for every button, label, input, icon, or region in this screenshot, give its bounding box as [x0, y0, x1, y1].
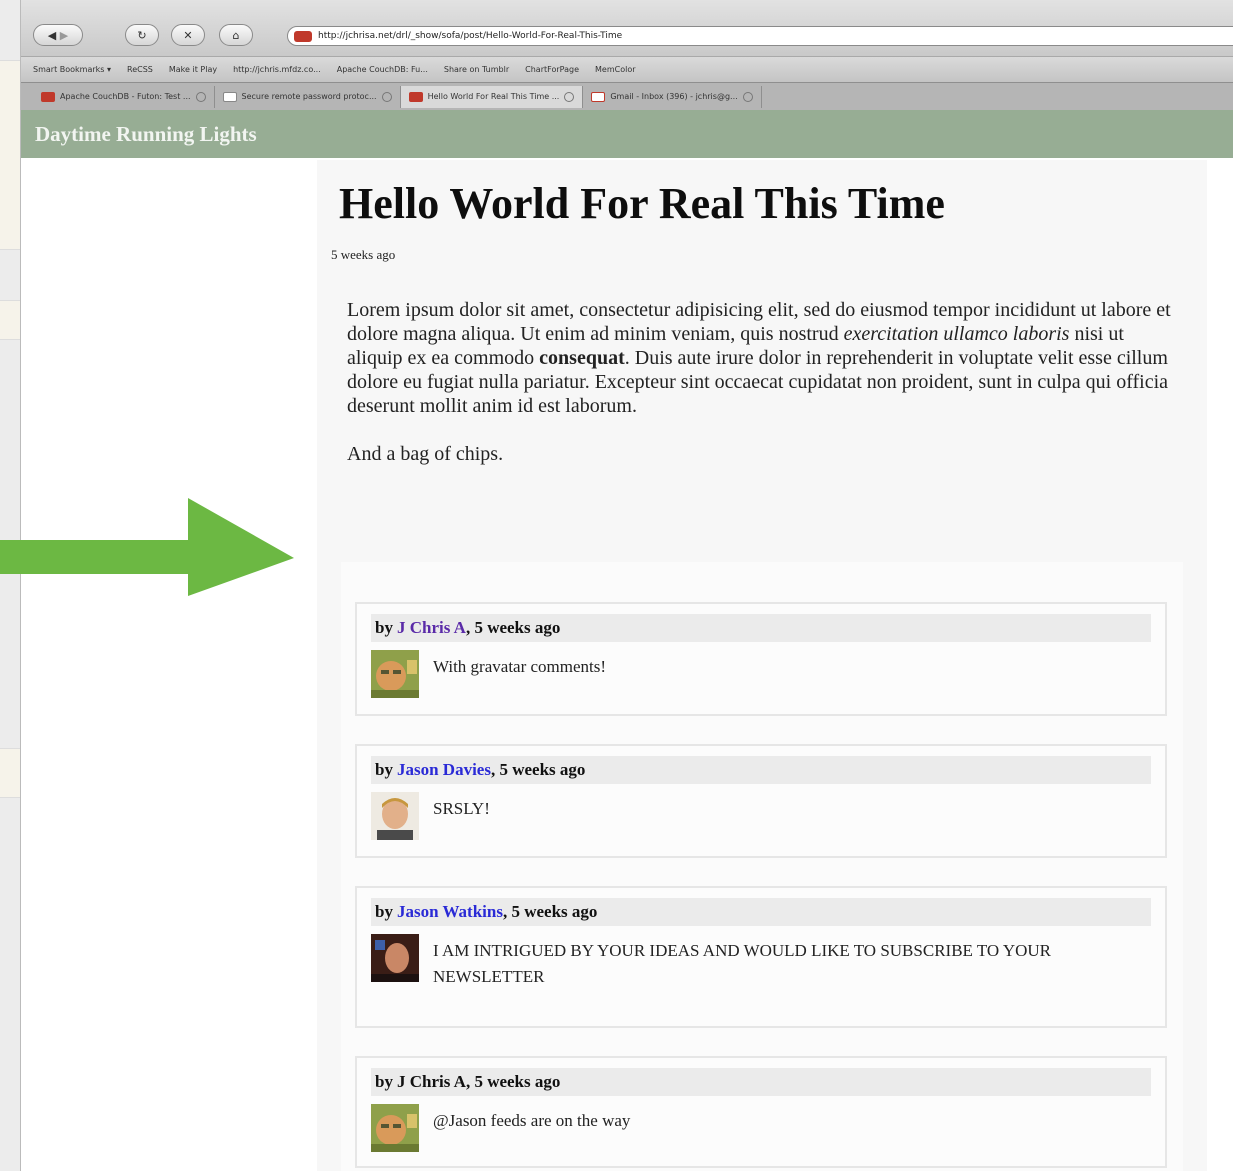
stop-button[interactable]: ✕ [171, 24, 205, 46]
back-icon[interactable]: ◀ [48, 29, 56, 42]
comment-separator: , [502, 902, 508, 921]
comment-time: 5 weeks ago [474, 618, 561, 637]
couchdb-icon [41, 91, 55, 102]
tab-gmail[interactable]: Gmail - Inbox (396) - jchris@g... [583, 85, 762, 108]
bookmark-item[interactable]: Make it Play [169, 65, 217, 74]
gravatar-avatar [371, 792, 419, 840]
tab-label: Hello World For Real This Time ... [427, 92, 560, 101]
tab-label: Secure remote password protoc... [241, 92, 377, 101]
green-arrow-icon [0, 498, 294, 596]
tab-close-icon[interactable] [742, 91, 753, 102]
gmail-icon [591, 91, 606, 102]
couchdb-icon [294, 30, 312, 42]
comment-author-link[interactable]: Jason Davies [397, 760, 491, 780]
comment-body: I AM INTRIGUED BY YOUR IDEAS AND WOULD L… [371, 934, 1151, 990]
comment-by-label: by [375, 902, 393, 921]
comment-author-link[interactable]: Jason Watkins [397, 902, 503, 922]
gravatar-avatar [371, 1104, 419, 1152]
post-body: Lorem ipsum dolor sit amet, consectetur … [347, 298, 1177, 490]
post-date: 5 weeks ago [331, 247, 396, 262]
bookmarks-bar: Smart Bookmarks ▾ ReCSS Make it Play htt… [21, 56, 1233, 82]
comment-time: 5 weeks ago [499, 760, 586, 779]
back-forward-buttons[interactable]: ◀ ▶ [33, 24, 83, 46]
couchdb-icon [408, 91, 423, 102]
comment-body: SRSLY! [371, 792, 1151, 840]
comment-time: 5 weeks ago [474, 1072, 561, 1091]
comment: by Jason Watkins, 5 weeks ago I AM INTRI… [355, 886, 1167, 1028]
address-bar[interactable]: http://jchrisa.net/drl/_show/sofa/post/H… [287, 26, 1233, 46]
gravatar-avatar [371, 650, 419, 698]
post-title: Hello World For Real This Time [339, 179, 945, 228]
tab-label: Gmail - Inbox (396) - jchris@g... [610, 92, 738, 101]
strong-text: consequat [539, 347, 625, 369]
bookmark-item[interactable]: http://jchris.mfdz.co... [233, 65, 321, 74]
tab-close-icon[interactable] [195, 91, 206, 102]
emphasis-text: exercitation ullamco laboris [843, 323, 1070, 345]
wikipedia-icon [222, 91, 237, 102]
tab-close-icon[interactable] [381, 91, 392, 102]
post-column: Hello World For Real This Time 5 weeks a… [317, 160, 1207, 1171]
comment-header: by J Chris A, 5 weeks ago [371, 1068, 1151, 1096]
navigation-toolbar: ◀ ▶ ↻ ✕ ⌂ http://jchrisa.net/drl/_show/s… [21, 0, 1233, 56]
comment-header: by Jason Davies, 5 weeks ago [371, 756, 1151, 784]
bookmark-item[interactable]: ChartForPage [525, 65, 579, 74]
comment-text: @Jason feeds are on the way [433, 1111, 631, 1130]
home-button[interactable]: ⌂ [219, 24, 253, 46]
tab-label: Apache CouchDB - Futon: Test ... [60, 92, 191, 101]
url-text[interactable]: http://jchrisa.net/drl/_show/sofa/post/H… [318, 31, 622, 41]
comment-separator: , [490, 760, 496, 779]
tab-close-icon[interactable] [564, 91, 575, 102]
tab-wikipedia[interactable]: Secure remote password protoc... [215, 85, 401, 108]
page-body: Hello World For Real This Time 5 weeks a… [21, 160, 1233, 1171]
comment-body: @Jason feeds are on the way [371, 1104, 1151, 1152]
post-paragraph: And a bag of chips. [347, 443, 504, 465]
comment-body: With gravatar comments! [371, 650, 1151, 698]
bookmark-item[interactable]: Apache CouchDB: Fu... [337, 65, 428, 74]
comment-author-link[interactable]: J Chris A [397, 618, 466, 638]
comment-by-label: by [375, 1072, 393, 1091]
comment-separator: , [465, 618, 471, 637]
home-icon: ⌂ [232, 28, 240, 42]
tab-strip: Apache CouchDB - Futon: Test ... Secure … [21, 82, 1233, 110]
site-header: Daytime Running Lights [21, 110, 1233, 158]
bookmark-item[interactable]: ReCSS [127, 65, 153, 74]
bookmark-item[interactable]: Smart Bookmarks ▾ [33, 65, 111, 74]
reload-icon: ↻ [137, 28, 147, 42]
post-paragraph: Lorem ipsum dolor sit amet, consectetur … [347, 298, 1177, 418]
gravatar-avatar [371, 934, 419, 982]
comments-section: by J Chris A, 5 weeks ago With gravatar … [341, 562, 1183, 1171]
comment-header: by Jason Watkins, 5 weeks ago [371, 898, 1151, 926]
comment-text: SRSLY! [433, 799, 490, 818]
comment-text: With gravatar comments! [433, 657, 607, 676]
tab-hello-world[interactable]: Hello World For Real This Time ... [400, 85, 584, 108]
comment-header: by J Chris A, 5 weeks ago [371, 614, 1151, 642]
comment-time: 5 weeks ago [511, 902, 598, 921]
comment-author-link[interactable]: J Chris A [397, 1072, 466, 1092]
bookmark-item[interactable]: MemColor [595, 65, 636, 74]
comment: by J Chris A, 5 weeks ago @Jason feeds a… [355, 1056, 1167, 1168]
tab-couchdb-futon[interactable]: Apache CouchDB - Futon: Test ... [33, 85, 215, 108]
comment-by-label: by [375, 618, 393, 637]
bookmark-item[interactable]: Share on Tumblr [444, 65, 509, 74]
comment-separator: , [465, 1072, 471, 1091]
forward-icon[interactable]: ▶ [60, 29, 68, 42]
stop-icon: ✕ [183, 28, 193, 42]
site-title-link[interactable]: Daytime Running Lights [35, 122, 257, 147]
comment-text: I AM INTRIGUED BY YOUR IDEAS AND WOULD L… [433, 941, 1052, 986]
comment: by J Chris A, 5 weeks ago With gravatar … [355, 602, 1167, 716]
comment-by-label: by [375, 760, 393, 779]
comment: by Jason Davies, 5 weeks ago SRSLY! [355, 744, 1167, 858]
reload-button[interactable]: ↻ [125, 24, 159, 46]
